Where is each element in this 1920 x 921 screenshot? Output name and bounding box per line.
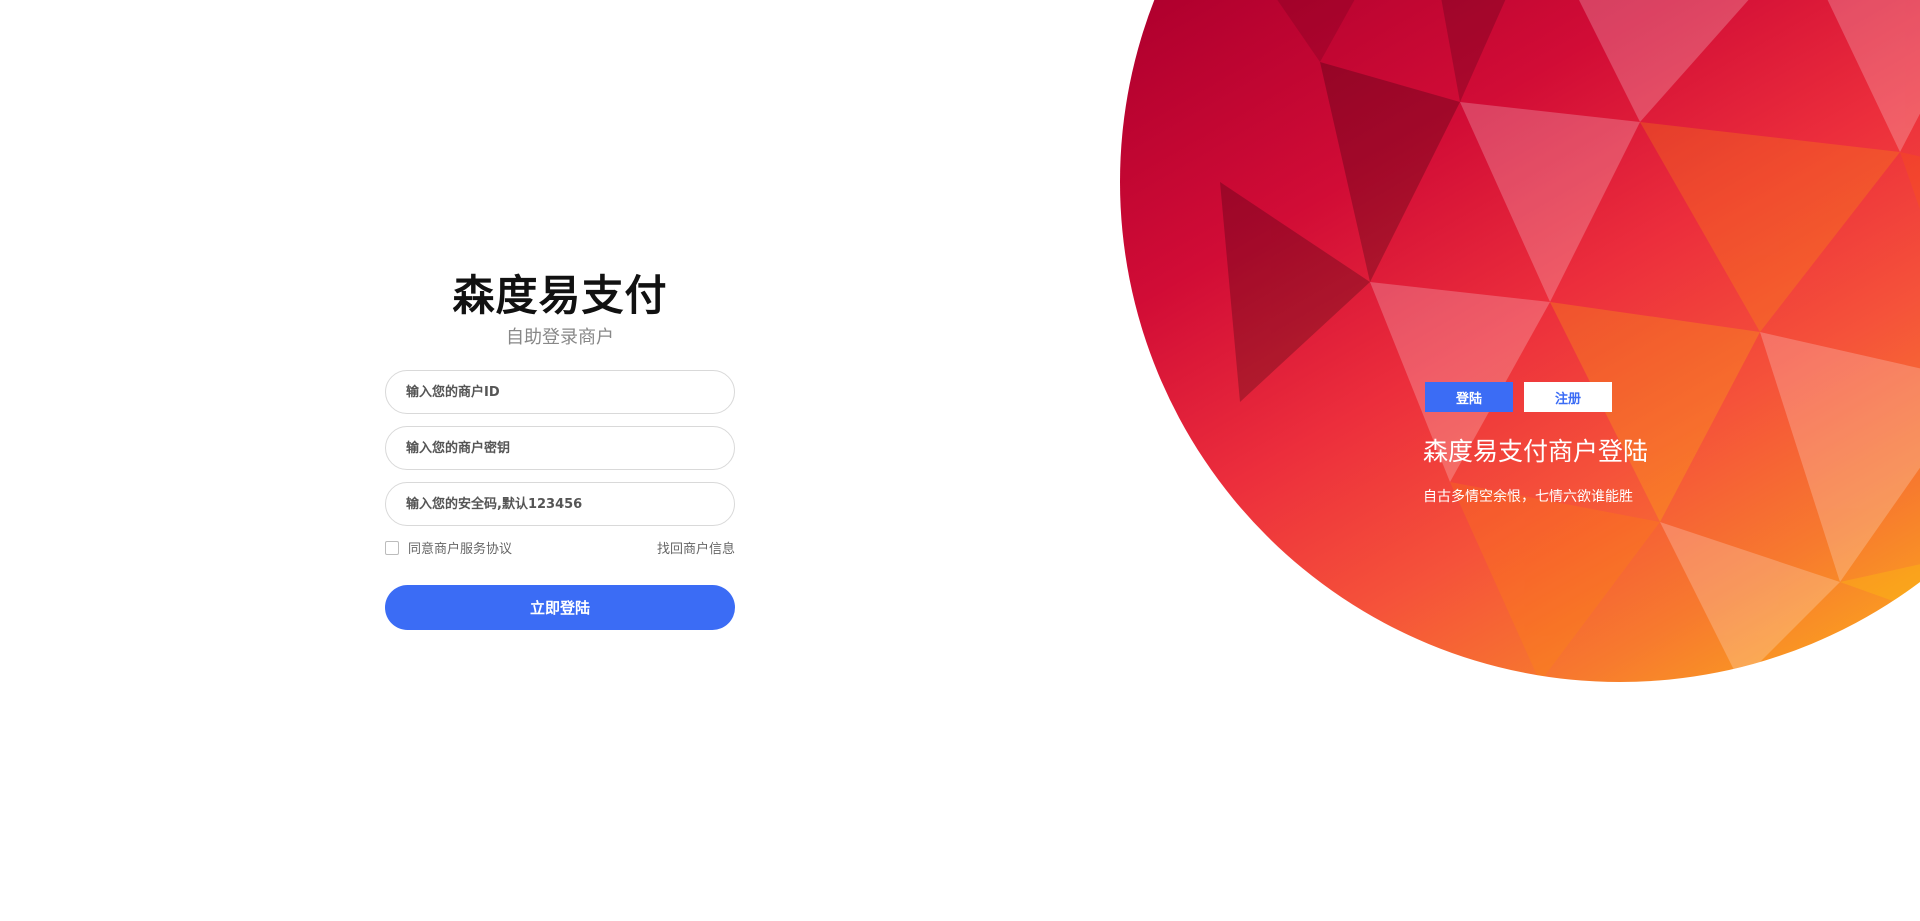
options-row: 同意商户服务协议 找回商户信息 bbox=[385, 538, 735, 560]
hero-content: 登陆 注册 森度易支付商户登陆 自古多情空余恨，七情六欲谁能胜 bbox=[1423, 382, 1825, 506]
hero-tagline: 自古多情空余恨，七情六欲谁能胜 bbox=[1423, 489, 1633, 505]
hero-background bbox=[1120, 0, 1920, 682]
agree-label: 同意商户服务协议 bbox=[408, 542, 513, 557]
security-code-input[interactable] bbox=[385, 482, 735, 526]
tab-register[interactable]: 注册 bbox=[1524, 382, 1612, 412]
agree-terms[interactable]: 同意商户服务协议 bbox=[385, 538, 512, 557]
agree-checkbox[interactable] bbox=[385, 540, 399, 555]
merchant-key-input[interactable] bbox=[385, 426, 735, 470]
brand-subtitle: 自助登录商户 bbox=[506, 327, 614, 348]
recover-merchant-link[interactable]: 找回商户信息 bbox=[657, 538, 735, 557]
login-page: 森度易支付 自助登录商户 同意商户服务协议 找回商户信息 立即登陆 登陆 注册 … bbox=[0, 0, 1920, 921]
merchant-id-input[interactable] bbox=[385, 370, 735, 414]
login-panel: 森度易支付 自助登录商户 同意商户服务协议 找回商户信息 立即登陆 bbox=[385, 270, 735, 630]
brand-title: 森度易支付 bbox=[452, 271, 668, 320]
hero-tabs: 登陆 注册 bbox=[1425, 382, 1825, 412]
hero-title: 森度易支付商户登陆 bbox=[1423, 437, 1649, 466]
login-submit-button[interactable]: 立即登陆 bbox=[385, 585, 735, 630]
polygon-pattern bbox=[1220, 0, 1920, 682]
tab-login[interactable]: 登陆 bbox=[1425, 382, 1513, 412]
